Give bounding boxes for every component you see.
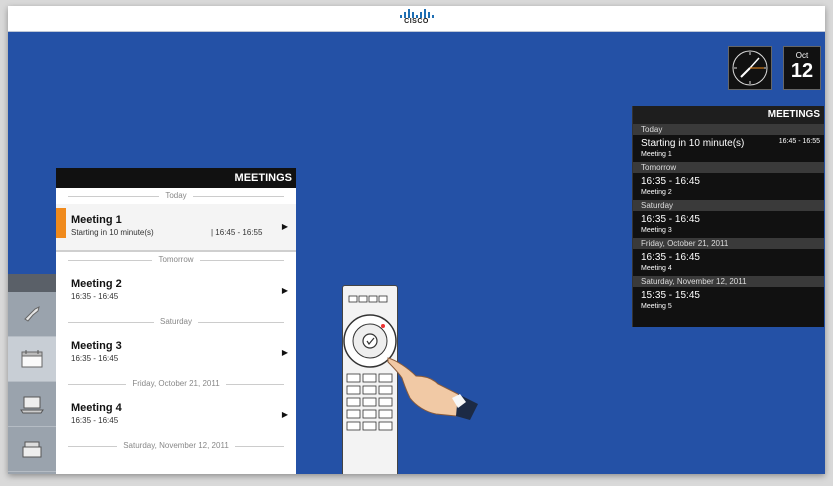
overlay-meeting-time: 16:35 - 16:45	[641, 252, 700, 263]
overlay-section-label: Saturday	[633, 200, 824, 211]
chevron-right-icon: ▶	[281, 410, 288, 419]
overlay-section-label: Tomorrow	[633, 162, 824, 173]
overlay-meeting-name: Meeting 4	[641, 265, 672, 272]
date-tile: Oct 12	[783, 46, 821, 90]
meeting-time-range: | 16:45 - 16:55	[211, 228, 263, 237]
overlay-meeting-item[interactable]: 16:35 - 16:45 Meeting 2	[633, 173, 824, 200]
overlay-meeting-range: 16:45 - 16:55	[778, 138, 820, 145]
meeting-time: 16:35 - 16:45	[71, 416, 119, 425]
chevron-right-icon: ▶	[281, 222, 288, 231]
section-label: Tomorrow	[152, 255, 200, 264]
logo-text: CISCO	[404, 18, 429, 25]
overlay-meeting-name: Meeting 2	[641, 189, 672, 196]
overlay-section-label: Today	[633, 124, 824, 135]
meeting-time: 16:35 - 16:45	[71, 292, 119, 301]
meeting-name: Meeting 4	[71, 402, 122, 414]
overlay-meeting-time: 15:35 - 15:45	[641, 290, 700, 301]
cisco-logo-bars-icon	[399, 9, 434, 18]
selected-marker	[56, 208, 66, 238]
chevron-right-icon: ▶	[281, 348, 288, 357]
overlay-section-label: Friday, October 21, 2011	[633, 238, 824, 249]
cisco-logo: CISCO	[399, 9, 434, 26]
meeting-name: Meeting 1	[71, 214, 122, 226]
tv-screen: CISCO Oct 12 MEETINGS Today Starting in …	[8, 6, 825, 474]
meeting-name: Meeting 2	[71, 278, 122, 290]
dock-header	[8, 274, 56, 292]
overlay-title: MEETINGS	[633, 106, 824, 124]
meeting-list-item[interactable]: Meeting 3 16:35 - 16:45 ▶	[56, 330, 296, 376]
desk-phone-icon	[22, 441, 42, 458]
chevron-right-icon: ▶	[281, 286, 288, 295]
pointing-hand	[386, 354, 486, 429]
overlay-meeting-name: Meeting 5	[641, 303, 672, 310]
section-divider: Friday, October 21, 2011	[56, 376, 296, 392]
section-label: Today	[159, 191, 193, 200]
dock-item-call[interactable]	[8, 292, 56, 337]
section-label: Friday, October 21, 2011	[126, 379, 226, 388]
dock-item-presentation[interactable]	[8, 382, 56, 427]
overlay-meeting-time: 16:35 - 16:45	[641, 214, 700, 225]
meetings-list-panel: MEETINGS Today Meeting 1 Starting in 10 …	[56, 168, 296, 474]
section-divider: Saturday	[56, 314, 296, 330]
left-dock	[8, 274, 56, 474]
date-day: 12	[790, 60, 814, 82]
meeting-name: Meeting 3	[71, 340, 122, 352]
section-divider: Tomorrow	[56, 252, 296, 268]
meeting-list-item[interactable]: Meeting 1 Starting in 10 minute(s) | 16:…	[56, 204, 296, 252]
section-label: Saturday, November 12, 2011	[117, 441, 235, 450]
overlay-meeting-name: Meeting 1	[641, 151, 672, 158]
analog-clock-icon	[728, 46, 772, 90]
meeting-list-item[interactable]: Meeting 2 16:35 - 16:45 ▶	[56, 268, 296, 314]
meetings-overlay: MEETINGS Today Starting in 10 minute(s) …	[632, 106, 824, 327]
overlay-meeting-name: Meeting 3	[641, 227, 672, 234]
overlay-meeting-item[interactable]: Starting in 10 minute(s) Meeting 1 16:45…	[633, 135, 824, 162]
meeting-list-item[interactable]: Meeting 4 16:35 - 16:45 ▶	[56, 392, 296, 438]
section-divider: Saturday, November 12, 2011	[56, 438, 296, 454]
overlay-meeting-time: 16:35 - 16:45	[641, 176, 700, 187]
overlay-meeting-item[interactable]: 16:35 - 16:45 Meeting 3	[633, 211, 824, 238]
section-label: Saturday	[153, 317, 199, 326]
meetings-list-title: MEETINGS	[56, 168, 296, 188]
section-divider: Today	[56, 188, 296, 204]
meeting-time: 16:35 - 16:45	[71, 354, 119, 363]
laptop-icon	[20, 396, 44, 414]
date-month: Oct	[795, 51, 809, 60]
dock-item-phone[interactable]	[8, 427, 56, 472]
dock-item-meetings[interactable]	[8, 337, 56, 382]
handset-icon	[24, 306, 40, 322]
calendar-icon	[21, 350, 43, 368]
overlay-meeting-item[interactable]: 15:35 - 15:45 Meeting 5	[633, 287, 824, 314]
overlay-section-label: Saturday, November 12, 2011	[633, 276, 824, 287]
top-bar: CISCO	[8, 6, 825, 32]
overlay-meeting-item[interactable]: 16:35 - 16:45 Meeting 4	[633, 249, 824, 276]
